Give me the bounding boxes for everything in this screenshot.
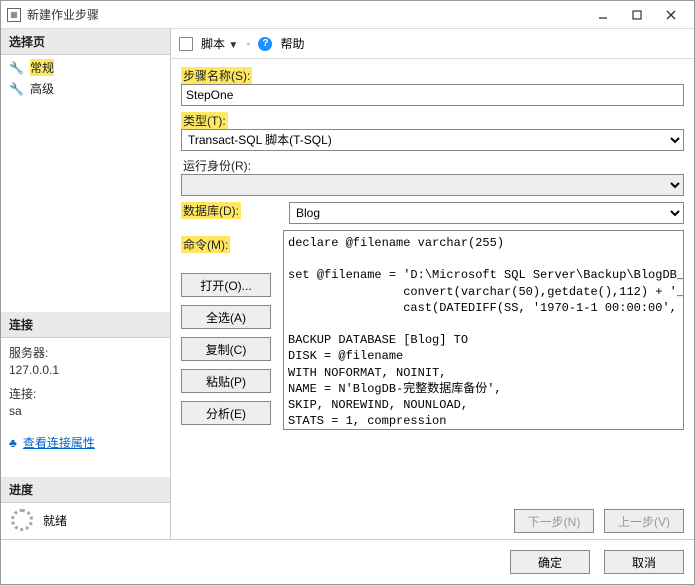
chevron-down-icon: ▼ [228, 40, 238, 51]
dialog-footer: 确定 取消 [1, 539, 694, 584]
titlebar: ▦ 新建作业步骤 [1, 1, 694, 29]
step-nav: 下一步(N) 上一步(V) [171, 503, 694, 539]
step-name-label: 步骤名称(S): [181, 67, 252, 84]
wrench-icon: 🔧 [9, 61, 24, 75]
database-select[interactable]: Blog [289, 202, 684, 224]
select-page-heading: 选择页 [1, 29, 170, 55]
paste-button[interactable]: 粘贴(P) [181, 369, 271, 393]
sidebar-item-label: 高级 [30, 80, 54, 97]
close-button[interactable] [654, 4, 688, 26]
page-list: 🔧 常规 🔧 高级 [1, 55, 170, 101]
runas-label: 运行身份(R): [181, 157, 253, 174]
conn-value: sa [9, 404, 162, 418]
command-label: 命令(M): [181, 236, 230, 253]
runas-field: 运行身份(R): [181, 157, 684, 196]
sidebar: 选择页 🔧 常规 🔧 高级 连接 服务器: 127.0.0.1 连接: sa [1, 29, 171, 539]
view-connection-row: ♣ 查看连接属性 [1, 428, 170, 457]
open-button[interactable]: 打开(O)... [181, 273, 271, 297]
progress-heading: 进度 [1, 477, 170, 503]
database-field: 数据库(D): Blog [181, 202, 684, 224]
window-title: 新建作业步骤 [27, 6, 586, 23]
sidebar-item-label: 常规 [30, 59, 54, 76]
wrench-icon: 🔧 [9, 82, 24, 96]
script-dropdown[interactable]: 脚本 ▼ [201, 35, 238, 52]
toolbar: 脚本 ▼ • ? 帮助 [171, 29, 694, 59]
maximize-button[interactable] [620, 4, 654, 26]
dialog-body: 选择页 🔧 常规 🔧 高级 连接 服务器: 127.0.0.1 连接: sa [1, 29, 694, 539]
ok-button[interactable]: 确定 [510, 550, 590, 574]
type-label: 类型(T): [181, 112, 228, 129]
parse-button[interactable]: 分析(E) [181, 401, 271, 425]
app-icon: ▦ [7, 8, 21, 22]
command-field: 命令(M): 打开(O)... 全选(A) 复制(C) 粘贴(P) 分析(E) [181, 230, 684, 433]
connection-block: 服务器: 127.0.0.1 连接: sa [1, 338, 170, 428]
minimize-button[interactable] [586, 4, 620, 26]
help-icon: ? [258, 37, 272, 51]
connection-heading: 连接 [1, 312, 170, 338]
sidebar-item-advanced[interactable]: 🔧 高级 [1, 78, 170, 99]
type-field: 类型(T): Transact-SQL 脚本(T-SQL) [181, 112, 684, 151]
next-step-button[interactable]: 下一步(N) [514, 509, 594, 533]
progress-status: 就绪 [43, 512, 67, 529]
dialog-window: ▦ 新建作业步骤 选择页 🔧 常规 🔧 高级 连接 服务器: 1 [0, 0, 695, 585]
script-icon [179, 37, 193, 51]
command-buttons: 命令(M): 打开(O)... 全选(A) 复制(C) 粘贴(P) 分析(E) [181, 230, 271, 425]
form-content: 步骤名称(S): 类型(T): Transact-SQL 脚本(T-SQL) 运… [171, 59, 694, 503]
prev-step-button[interactable]: 上一步(V) [604, 509, 684, 533]
type-select[interactable]: Transact-SQL 脚本(T-SQL) [181, 129, 684, 151]
select-all-button[interactable]: 全选(A) [181, 305, 271, 329]
view-connection-link[interactable]: 查看连接属性 [23, 434, 95, 451]
copy-button[interactable]: 复制(C) [181, 337, 271, 361]
step-name-input[interactable] [181, 84, 684, 106]
runas-select[interactable] [181, 174, 684, 196]
main-panel: 脚本 ▼ • ? 帮助 步骤名称(S): 类型(T): Transact-SQL… [171, 29, 694, 539]
server-label: 服务器: [9, 344, 162, 361]
command-textarea[interactable] [283, 230, 684, 430]
database-label: 数据库(D): [181, 202, 241, 219]
step-name-field: 步骤名称(S): [181, 67, 684, 106]
connection-props-icon: ♣ [9, 436, 17, 450]
server-value: 127.0.0.1 [9, 363, 162, 377]
cancel-button[interactable]: 取消 [604, 550, 684, 574]
conn-label: 连接: [9, 385, 162, 402]
help-link[interactable]: 帮助 [280, 35, 304, 52]
sidebar-item-general[interactable]: 🔧 常规 [1, 57, 170, 78]
progress-row: 就绪 [1, 503, 170, 539]
progress-spinner-icon [11, 509, 33, 531]
